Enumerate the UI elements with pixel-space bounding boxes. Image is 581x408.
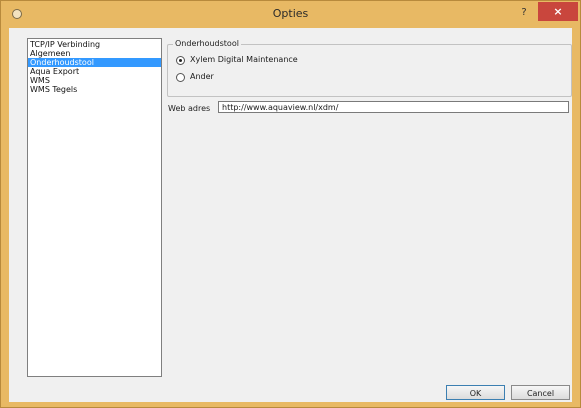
dialog-client-area: TCP/IP Verbinding Algemeen Onderhoudstoo…: [9, 28, 572, 402]
cancel-button[interactable]: Cancel: [511, 385, 570, 400]
nav-item-wms[interactable]: WMS: [28, 76, 161, 85]
radio-other-option[interactable]: Ander: [176, 71, 214, 83]
nav-item-wms-tegels[interactable]: WMS Tegels: [28, 85, 161, 94]
group-title: Onderhoudstool: [173, 39, 241, 48]
web-address-label: Web adres: [168, 104, 211, 113]
radio-button-unchecked[interactable]: [176, 72, 185, 82]
help-button[interactable]: ?: [517, 6, 531, 20]
nav-item-onderhoudstool[interactable]: Onderhoudstool: [28, 58, 161, 67]
close-icon: ×: [553, 5, 563, 18]
radio-label-other: Ander: [190, 72, 214, 81]
window-title: Opties: [272, 7, 309, 20]
ok-button[interactable]: OK: [446, 385, 505, 400]
radio-xylem-option[interactable]: Xylem Digital Maintenance: [176, 54, 298, 66]
options-category-list[interactable]: TCP/IP Verbinding Algemeen Onderhoudstoo…: [27, 38, 162, 377]
options-dialog: Opties ? × TCP/IP Verbinding Algemeen On…: [0, 0, 581, 408]
radio-button-checked[interactable]: [176, 55, 185, 65]
nav-item-algemeen[interactable]: Algemeen: [28, 49, 161, 58]
title-bar[interactable]: Opties ? ×: [1, 1, 580, 27]
maintenance-tool-group: Onderhoudstool Xylem Digital Maintenance…: [167, 39, 572, 97]
radio-label-xylem: Xylem Digital Maintenance: [190, 55, 298, 64]
nav-item-aqua-export[interactable]: Aqua Export: [28, 67, 161, 76]
web-address-input[interactable]: http://www.aquaview.nl/xdm/: [218, 101, 569, 113]
nav-item-tcpip[interactable]: TCP/IP Verbinding: [28, 40, 161, 49]
close-button[interactable]: ×: [538, 2, 578, 21]
